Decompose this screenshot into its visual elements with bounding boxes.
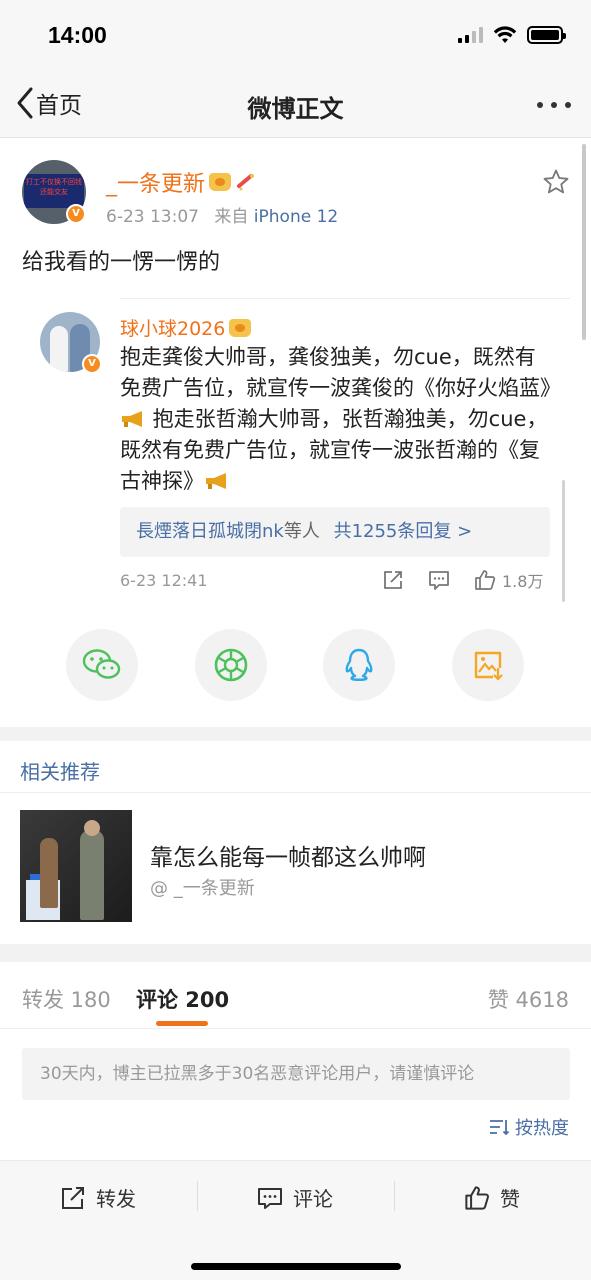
tab-comments[interactable]: 评论 200: [136, 984, 229, 1014]
related-video-thumbnail[interactable]: [20, 810, 132, 922]
comment-like-count: 1.8万: [502, 572, 544, 591]
share-qq-button[interactable]: [323, 629, 395, 701]
divider: [0, 1028, 591, 1029]
wifi-icon: [493, 26, 517, 43]
status-time: 14:00: [48, 22, 107, 48]
thumbs-up-icon: [465, 1185, 489, 1210]
comment-time: 6-23 12:41: [120, 571, 208, 590]
repost-label: 转发: [96, 1187, 136, 1211]
page-title: 微博正文: [247, 95, 344, 123]
dot-icon: [537, 102, 543, 108]
post-meta: 6-23 13:07 来自 iPhone 12: [106, 202, 338, 227]
dot-icon: [565, 102, 571, 108]
reply-mid: 等人: [283, 521, 320, 542]
dot-icon: [551, 102, 557, 108]
moments-icon: [214, 648, 248, 682]
commenter-name: 球小球2026: [120, 318, 226, 340]
sort-button[interactable]: 按热度: [489, 1114, 569, 1140]
status-bar: 14:00: [0, 0, 591, 74]
comment-text: 抱走龚俊大帅哥，龚俊独美，勿cue，既然有免费广告位，就宣传一波龚俊的《你好火焰…: [120, 342, 561, 497]
verified-badge-icon: V: [82, 354, 102, 374]
crown-badge-icon: [229, 318, 252, 337]
comment-text-part1: 抱走龚俊大帅哥，龚俊独美，勿cue，既然有免费广告位，就宣传一波龚俊的《你好火焰…: [120, 345, 561, 400]
reply-count: 共1255条回复 >: [333, 521, 473, 542]
sort-icon: [490, 1120, 509, 1136]
megaphone-icon: [122, 411, 142, 427]
thumbs-up-icon: [475, 570, 496, 590]
nav-bar: 首页 微博正文: [0, 74, 591, 138]
post-device[interactable]: iPhone 12: [254, 207, 338, 227]
view-replies-button[interactable]: 長煙落日孤城閉nk等人 共1255条回复 >: [120, 507, 550, 557]
author-name: _一条更新: [106, 172, 206, 197]
share-wechat-button[interactable]: [66, 629, 138, 701]
crown-badge-icon: [209, 173, 232, 191]
post-time: 6-23 13:07: [106, 207, 199, 227]
commenter-name-row[interactable]: 球小球2026: [120, 314, 252, 341]
active-tab-indicator: [156, 1021, 208, 1026]
sort-label: 按热度: [515, 1118, 569, 1139]
related-title[interactable]: 靠怎么能每一帧都这么帅啊: [150, 838, 426, 872]
tab-repost[interactable]: 转发 180: [22, 984, 111, 1014]
section-gap: [0, 727, 591, 741]
cellular-signal-icon: [458, 27, 483, 43]
save-image-button[interactable]: [452, 629, 524, 701]
comment-label: 评论: [293, 1187, 333, 1211]
wechat-icon: [82, 649, 121, 679]
post-text: 给我看的一愣一愣的: [22, 250, 221, 275]
home-indicator[interactable]: [191, 1263, 401, 1270]
separator: [394, 1181, 395, 1211]
more-options-button[interactable]: [537, 102, 571, 108]
comment-text-part2: 抱走张哲瀚大帅哥，张哲瀚独美，勿cue，既然有免费广告位，就宣传一波张哲瀚的《复…: [120, 407, 548, 493]
page-scrollbar[interactable]: [582, 144, 586, 340]
avatar-sign-image: 打工不仅换不回钱还能交友: [24, 174, 84, 208]
reply-comment-icon[interactable]: [428, 569, 450, 591]
firework-badge-icon: [237, 174, 255, 191]
repost-button[interactable]: 转发: [60, 1183, 136, 1212]
comment-icon: [258, 1187, 282, 1209]
related-section-title: 相关推荐: [20, 760, 100, 784]
divider: [120, 298, 570, 299]
reply-user: 長煙落日孤城閉nk: [136, 521, 284, 542]
bottom-action-bar: 转发 评论 赞: [0, 1160, 591, 1280]
save-image-icon: [474, 651, 503, 681]
section-gap: [0, 944, 591, 962]
megaphone-icon: [206, 473, 226, 489]
favorite-star-icon[interactable]: [542, 168, 570, 196]
comment-actions: 1.8万: [382, 568, 543, 592]
comment-scrollbar[interactable]: [562, 480, 565, 602]
comment-notice: 30天内，博主已拉黑多于30名恶意评论用户，请谨慎评论: [22, 1048, 570, 1100]
share-comment-icon[interactable]: [382, 569, 404, 591]
comment-button[interactable]: 评论: [257, 1183, 333, 1212]
share-moments-button[interactable]: [195, 629, 267, 701]
source-prefix: 来自: [214, 207, 249, 227]
repost-icon: [62, 1186, 84, 1209]
battery-icon: [527, 26, 566, 44]
post-author[interactable]: _一条更新: [106, 166, 257, 198]
like-button[interactable]: 赞: [464, 1183, 520, 1212]
related-author: @ _一条更新: [150, 878, 255, 899]
comment-like-button[interactable]: 1.8万: [474, 568, 543, 592]
verified-badge-icon: V: [66, 204, 86, 224]
divider: [0, 792, 591, 793]
separator: [197, 1181, 198, 1211]
tab-likes[interactable]: 赞 4618: [488, 984, 569, 1014]
qq-icon: [345, 648, 373, 681]
like-label: 赞: [500, 1187, 520, 1211]
status-icons: [458, 26, 566, 44]
